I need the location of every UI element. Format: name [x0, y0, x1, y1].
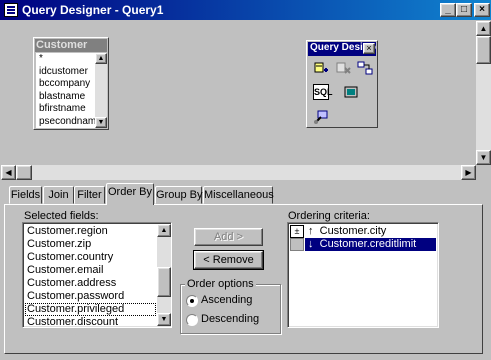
list-item-focused[interactable]: Customer.privileged [25, 303, 156, 316]
add-button[interactable]: Add > [194, 228, 263, 246]
criteria-row[interactable]: ↑ Customer.city [305, 225, 436, 238]
scroll-right-icon[interactable]: ▶ [461, 165, 476, 180]
tab-fields[interactable]: Fields [9, 186, 42, 204]
selected-fields-scrollbar[interactable]: ▲ ▼ [157, 224, 171, 326]
selected-fields-list[interactable]: Customer.region Customer.zip Customer.co… [22, 222, 172, 328]
query-designer-toolbox[interactable]: Query Designer × SQL [306, 40, 378, 128]
list-item[interactable]: Customer.password [25, 290, 156, 303]
maximize-button[interactable]: □ [456, 3, 472, 17]
diagram-vertical-scrollbar[interactable]: ▲ ▼ [476, 21, 491, 165]
tab-join[interactable]: Join [43, 186, 74, 204]
window-title: Query Designer - Query1 [22, 3, 164, 17]
scroll-up-icon[interactable]: ▲ [157, 224, 171, 237]
tab-filter[interactable]: Filter [74, 186, 105, 204]
scroll-thumb[interactable] [476, 36, 491, 64]
tab-group-by[interactable]: Group By [155, 186, 202, 204]
size-grip [476, 165, 491, 180]
table-field[interactable]: * [36, 53, 95, 66]
list-item[interactable]: Customer.country [25, 251, 156, 264]
table-field[interactable]: bfirstname [36, 103, 95, 116]
add-table-icon[interactable] [313, 60, 329, 76]
ordering-criteria-list[interactable]: ± ↑ Customer.city ↓ Customer.creditlimit [287, 222, 439, 328]
scroll-down-icon[interactable]: ▼ [476, 150, 491, 165]
criteria-field: Customer.creditlimit [319, 238, 417, 250]
customer-table-box[interactable]: Customer * idcustomer bccompany blastnam… [33, 37, 109, 130]
table-field[interactable]: bccompany [36, 78, 95, 91]
title-bar: Query Designer - Query1 _ □ × [0, 0, 491, 20]
table-field[interactable]: blastname [36, 91, 95, 104]
remove-button[interactable]: < Remove [193, 250, 264, 270]
order-options-group [180, 284, 281, 334]
criteria-field: Customer.city [319, 225, 387, 237]
sort-direction-icon: ↓ [308, 238, 314, 250]
table-field-list[interactable]: * idcustomer bccompany blastname bfirstn… [36, 53, 95, 128]
list-item[interactable]: Customer.zip [25, 238, 156, 251]
row-header [290, 238, 304, 251]
ascending-label[interactable]: Ascending [201, 294, 252, 306]
selected-fields-label: Selected fields: [24, 210, 99, 222]
criteria-row-selected[interactable]: ↓ Customer.creditlimit [305, 238, 436, 251]
descending-label[interactable]: Descending [201, 313, 259, 325]
list-item[interactable]: Customer.email [25, 264, 156, 277]
order-options-label: Order options [185, 278, 256, 290]
table-field[interactable]: psecondname [36, 116, 95, 129]
ascending-radio[interactable] [186, 295, 198, 307]
app-icon [4, 3, 18, 17]
close-button[interactable]: × [474, 3, 490, 17]
scroll-down-icon[interactable]: ▼ [157, 313, 171, 326]
minimize-button[interactable]: _ [440, 3, 456, 17]
toolbox-close-icon[interactable]: × [363, 43, 375, 54]
remove-table-icon[interactable] [335, 60, 351, 76]
list-item[interactable]: Customer.region [25, 225, 156, 238]
sql-view-button[interactable]: SQL [313, 84, 333, 100]
scroll-left-icon[interactable]: ◀ [1, 165, 16, 180]
tab-miscellaneous[interactable]: Miscellaneous [203, 186, 274, 204]
scroll-thumb-h[interactable] [16, 165, 32, 180]
scroll-down-icon[interactable]: ▼ [95, 117, 107, 128]
table-field[interactable]: idcustomer [36, 66, 95, 79]
list-item[interactable]: Customer.discount [25, 316, 156, 327]
table-box-title[interactable]: Customer [35, 39, 107, 52]
scroll-up-icon[interactable]: ▲ [476, 21, 491, 36]
radio-selected-dot [190, 299, 194, 303]
list-item[interactable]: Customer.address [25, 277, 156, 290]
diagram-horizontal-scrollbar[interactable]: ◀ ▶ [1, 165, 476, 180]
table-field-scrollbar[interactable]: ▲ ▼ [95, 53, 107, 128]
tab-order-by[interactable]: Order By [106, 183, 154, 205]
sort-direction-icon: ↑ [308, 225, 314, 237]
sort-toggle-icon[interactable]: ± [290, 225, 304, 238]
run-query-icon[interactable] [313, 109, 329, 125]
preview-results-icon[interactable] [343, 84, 359, 100]
descending-radio[interactable] [186, 314, 198, 326]
scroll-thumb[interactable] [157, 267, 171, 297]
scroll-up-icon[interactable]: ▲ [95, 53, 107, 64]
ordering-criteria-label: Ordering criteria: [288, 210, 370, 222]
arrange-tables-icon[interactable] [357, 60, 373, 76]
